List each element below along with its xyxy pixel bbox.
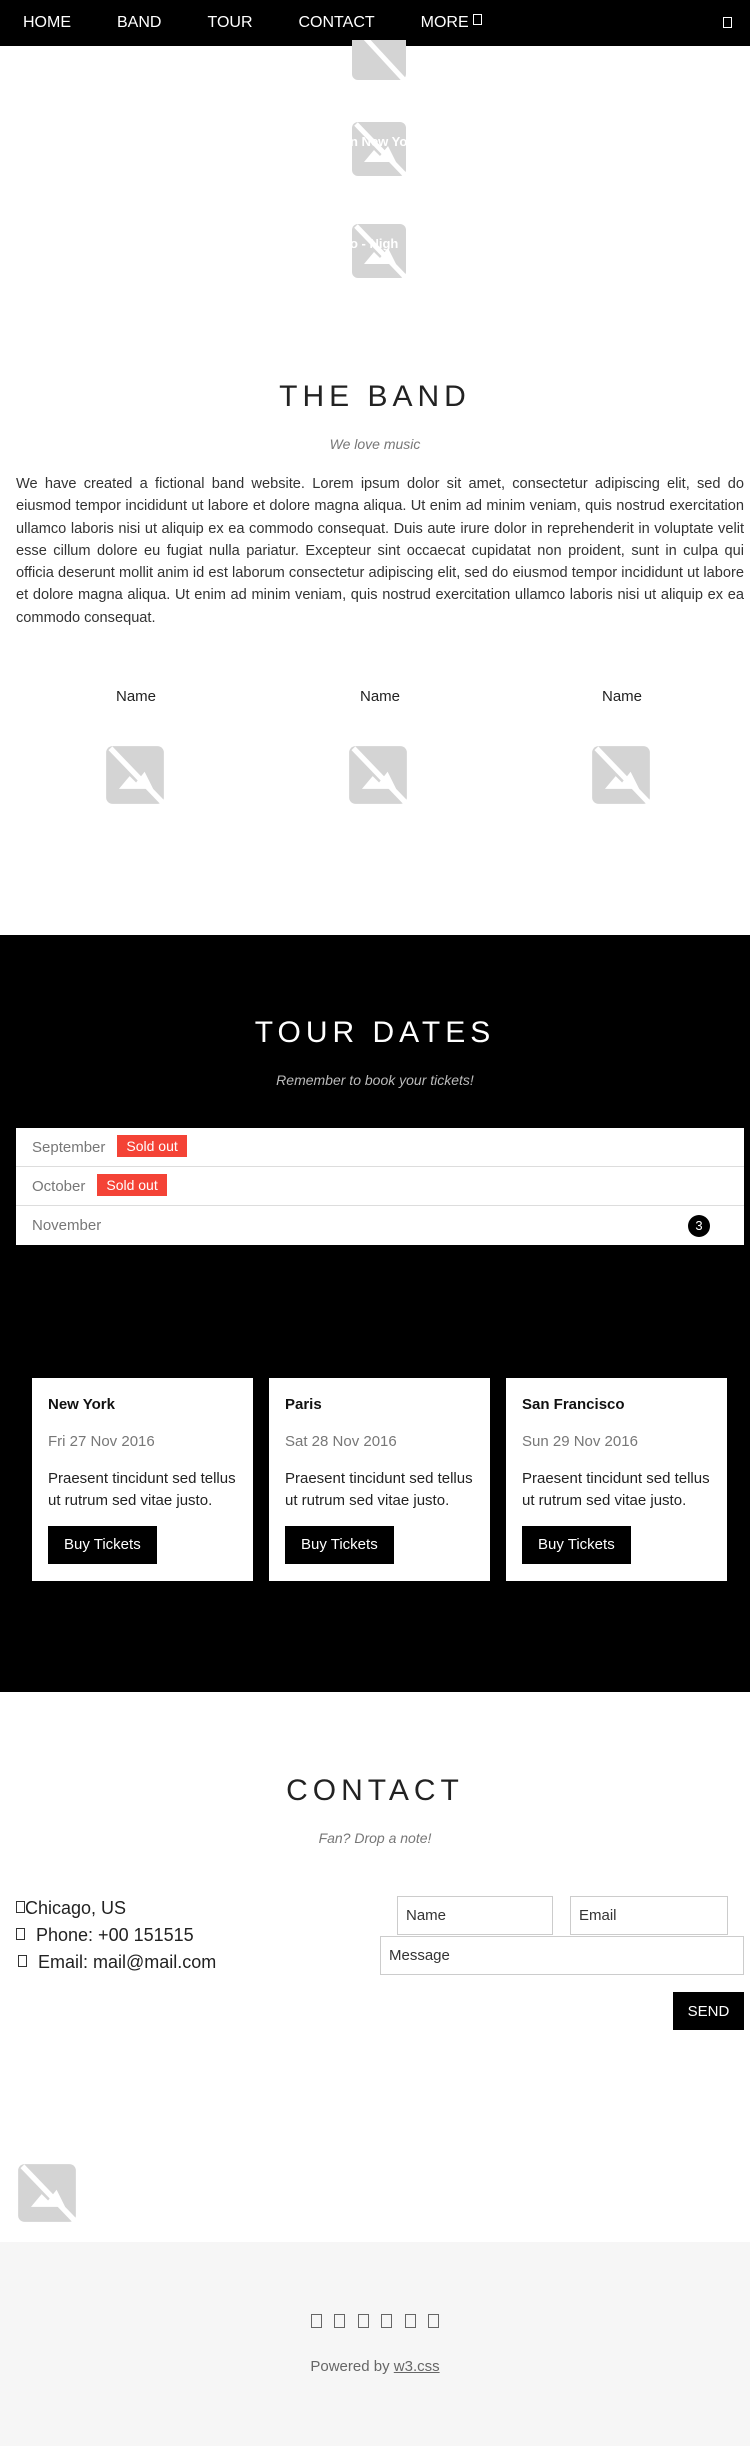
powered-prefix: Powered by: [310, 2358, 394, 2375]
tour-card-san-francisco: San Francisco Sun 29 Nov 2016 Praesent t…: [506, 1378, 727, 1581]
tour-title: TOUR DATES: [254, 1016, 496, 1049]
twitter-icon[interactable]: [404, 2314, 416, 2328]
contact-title: CONTACT: [286, 1774, 464, 1807]
slide-caption-2: o - Nigh: [350, 236, 399, 251]
nav-home[interactable]: HOME: [0, 0, 94, 46]
powered-by: Powered by w3.css: [0, 2358, 750, 2375]
email-text: Email: mail@mail.com: [33, 1952, 217, 1972]
location-text: Chicago, US: [25, 1898, 127, 1918]
buy-tickets-button[interactable]: Buy Tickets: [522, 1526, 631, 1564]
search-icon[interactable]: [723, 17, 732, 28]
list-item: September Sold out: [16, 1128, 744, 1167]
map-image: [18, 2164, 78, 2224]
tour-subtitle: Remember to book your tickets!: [276, 1072, 474, 1088]
email-field[interactable]: [570, 1896, 728, 1935]
member-image-3: [592, 746, 652, 806]
social-icons: [0, 2314, 750, 2333]
message-field[interactable]: [380, 1936, 744, 1975]
month-label: November: [32, 1217, 102, 1234]
nav-more-dropdown[interactable]: MORE: [398, 0, 482, 46]
snapchat-icon[interactable]: [357, 2314, 369, 2328]
buy-tickets-button[interactable]: Buy Tickets: [48, 1526, 157, 1564]
phone-text: Phone: +00 151515: [31, 1925, 194, 1945]
footer: Powered by w3.css: [0, 2242, 750, 2446]
list-item: November 3: [16, 1206, 744, 1245]
member-image-1: [106, 746, 166, 806]
phone-icon: [16, 1928, 25, 1940]
slide-caption-1: n New Yo: [350, 134, 408, 149]
map-marker-icon: [16, 1901, 25, 1913]
card-city: San Francisco: [522, 1396, 625, 1413]
tour-card-new-york: New York Fri 27 Nov 2016 Praesent tincid…: [32, 1378, 253, 1581]
caret-down-icon: [472, 14, 482, 25]
instagram-icon[interactable]: [334, 2314, 346, 2328]
contact-location: Chicago, US: [16, 1898, 126, 1919]
slide-image-1: [352, 40, 408, 84]
status-badge: Sold out: [117, 1135, 187, 1157]
nav-more-label: MORE: [420, 14, 469, 31]
card-date: Sun 29 Nov 2016: [522, 1433, 638, 1450]
band-subtitle: We love music: [329, 436, 421, 452]
facebook-icon[interactable]: [310, 2314, 322, 2328]
card-date: Fri 27 Nov 2016: [48, 1433, 155, 1450]
contact-phone: Phone: +00 151515: [16, 1925, 194, 1946]
card-date: Sat 28 Nov 2016: [285, 1433, 397, 1450]
nav-tour[interactable]: TOUR: [184, 0, 275, 46]
card-description: Praesent tincidunt sed tellus ut rutrum …: [48, 1470, 236, 1509]
slide-image-2: [352, 122, 408, 178]
tour-month-list: September Sold out October Sold out Novemb…: [16, 1128, 744, 1245]
contact-subtitle: Fan? Drop a note!: [318, 1830, 432, 1846]
w3css-link[interactable]: w3.css: [394, 2358, 440, 2375]
tour-card-paris: Paris Sat 28 Nov 2016 Praesent tincidunt…: [269, 1378, 490, 1581]
card-description: Praesent tincidunt sed tellus ut rutrum …: [285, 1470, 473, 1509]
linkedin-icon[interactable]: [428, 2314, 440, 2328]
member-name-1: Name: [115, 688, 156, 705]
card-city: New York: [48, 1396, 115, 1413]
member-image-2: [349, 746, 409, 806]
month-label: October: [32, 1178, 86, 1195]
slide-image-3: [352, 224, 408, 280]
buy-tickets-button[interactable]: Buy Tickets: [285, 1526, 394, 1564]
contact-email: Email: mail@mail.com: [16, 1952, 216, 1973]
envelope-icon: [18, 1955, 27, 1967]
name-field[interactable]: [397, 1896, 553, 1935]
list-item: October Sold out: [16, 1167, 744, 1206]
band-title: THE BAND: [279, 380, 471, 413]
month-label: September: [32, 1139, 106, 1156]
card-description: Praesent tincidunt sed tellus ut rutrum …: [522, 1470, 710, 1509]
pinterest-icon[interactable]: [381, 2314, 393, 2328]
nav-band[interactable]: BAND: [94, 0, 184, 46]
send-button[interactable]: SEND: [673, 1992, 744, 2030]
member-name-3: Name: [601, 688, 642, 705]
member-name-2: Name: [359, 688, 400, 705]
band-description: We have created a fictional band website…: [16, 476, 744, 626]
status-badge: Sold out: [97, 1174, 167, 1196]
card-city: Paris: [285, 1396, 322, 1413]
count-badge: 3: [688, 1215, 710, 1237]
